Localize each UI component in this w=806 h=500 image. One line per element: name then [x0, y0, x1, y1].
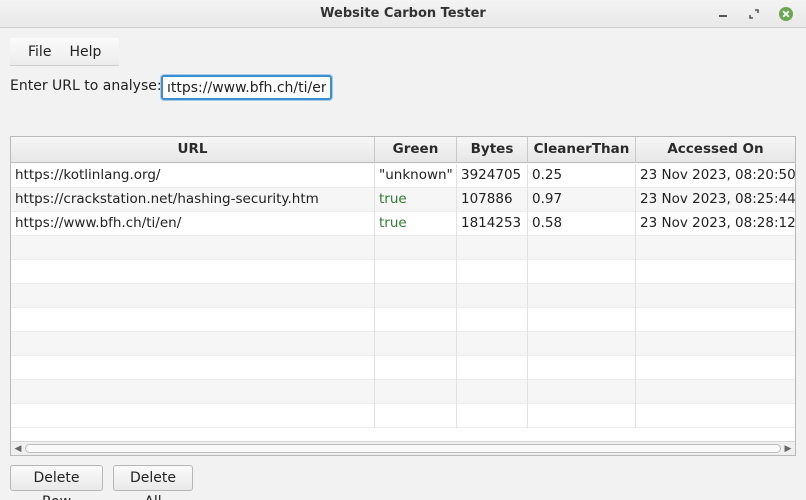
- cell-accessed-on: 23 Nov 2023, 08:25:44: [640, 191, 795, 207]
- empty-table-row: [11, 308, 795, 332]
- cell-cleaner-than: 0.58: [528, 212, 636, 236]
- window-title: Website Carbon Tester: [320, 6, 486, 21]
- menu-bar: File Help: [10, 38, 119, 66]
- horizontal-scrollbar[interactable]: ◀ ▶: [11, 441, 795, 455]
- column-header-cleaner-than[interactable]: CleanerThan: [528, 137, 636, 163]
- close-icon[interactable]: [778, 6, 794, 22]
- table-header: URL Green Bytes CleanerThan Accessed On: [11, 137, 795, 163]
- scrollbar-thumb[interactable]: [25, 444, 781, 453]
- window-titlebar: Website Carbon Tester: [0, 0, 806, 28]
- table-row[interactable]: https://kotlinlang.org/ "unknown" 392470…: [11, 164, 795, 188]
- empty-table-row: [11, 236, 795, 260]
- results-table: URL Green Bytes CleanerThan Accessed On …: [10, 136, 796, 456]
- cell-bytes: 107886: [457, 188, 528, 212]
- cell-url: https://www.bfh.ch/ti/en/: [11, 212, 375, 236]
- column-header-green[interactable]: Green: [375, 137, 457, 163]
- cell-green: true: [375, 188, 457, 212]
- empty-table-row: [11, 284, 795, 308]
- url-label: Enter URL to analyse:: [10, 78, 162, 94]
- cell-url: https://kotlinlang.org/: [11, 164, 375, 188]
- cell-accessed-on: 23 Nov 2023, 08:20:50: [640, 167, 795, 183]
- cell-accessed-on: 23 Nov 2023, 08:28:12: [640, 215, 795, 231]
- empty-table-row: [11, 260, 795, 284]
- table-body: https://kotlinlang.org/ "unknown" 392470…: [11, 164, 795, 428]
- empty-table-row: [11, 404, 795, 428]
- cell-bytes: 3924705: [457, 164, 528, 188]
- cell-url: https://crackstation.net/hashing-securit…: [11, 188, 375, 212]
- minimize-icon[interactable]: [715, 6, 731, 22]
- scroll-left-icon[interactable]: ◀: [13, 444, 23, 454]
- empty-table-row: [11, 380, 795, 404]
- empty-table-row: [11, 332, 795, 356]
- cell-bytes: 1814253: [457, 212, 528, 236]
- cell-cleaner-than: 0.25: [528, 164, 636, 188]
- table-row[interactable]: https://www.bfh.ch/ti/en/ true 1814253 0…: [11, 212, 795, 236]
- cell-green: true: [375, 212, 457, 236]
- delete-all-button[interactable]: Delete All: [113, 465, 193, 500]
- column-header-url[interactable]: URL: [11, 137, 375, 163]
- delete-row-button[interactable]: Delete Row: [10, 465, 103, 500]
- column-header-accessed-on[interactable]: Accessed On: [636, 137, 795, 163]
- cell-green: "unknown": [375, 164, 457, 188]
- empty-table-row: [11, 356, 795, 380]
- column-header-bytes[interactable]: Bytes: [457, 137, 528, 163]
- cell-cleaner-than: 0.97: [528, 188, 636, 212]
- restore-icon[interactable]: [746, 6, 762, 22]
- menu-help[interactable]: Help: [60, 44, 110, 60]
- menu-file[interactable]: File: [10, 44, 60, 60]
- url-input[interactable]: [161, 75, 332, 100]
- table-row[interactable]: https://crackstation.net/hashing-securit…: [11, 188, 795, 212]
- scroll-right-icon[interactable]: ▶: [783, 444, 793, 454]
